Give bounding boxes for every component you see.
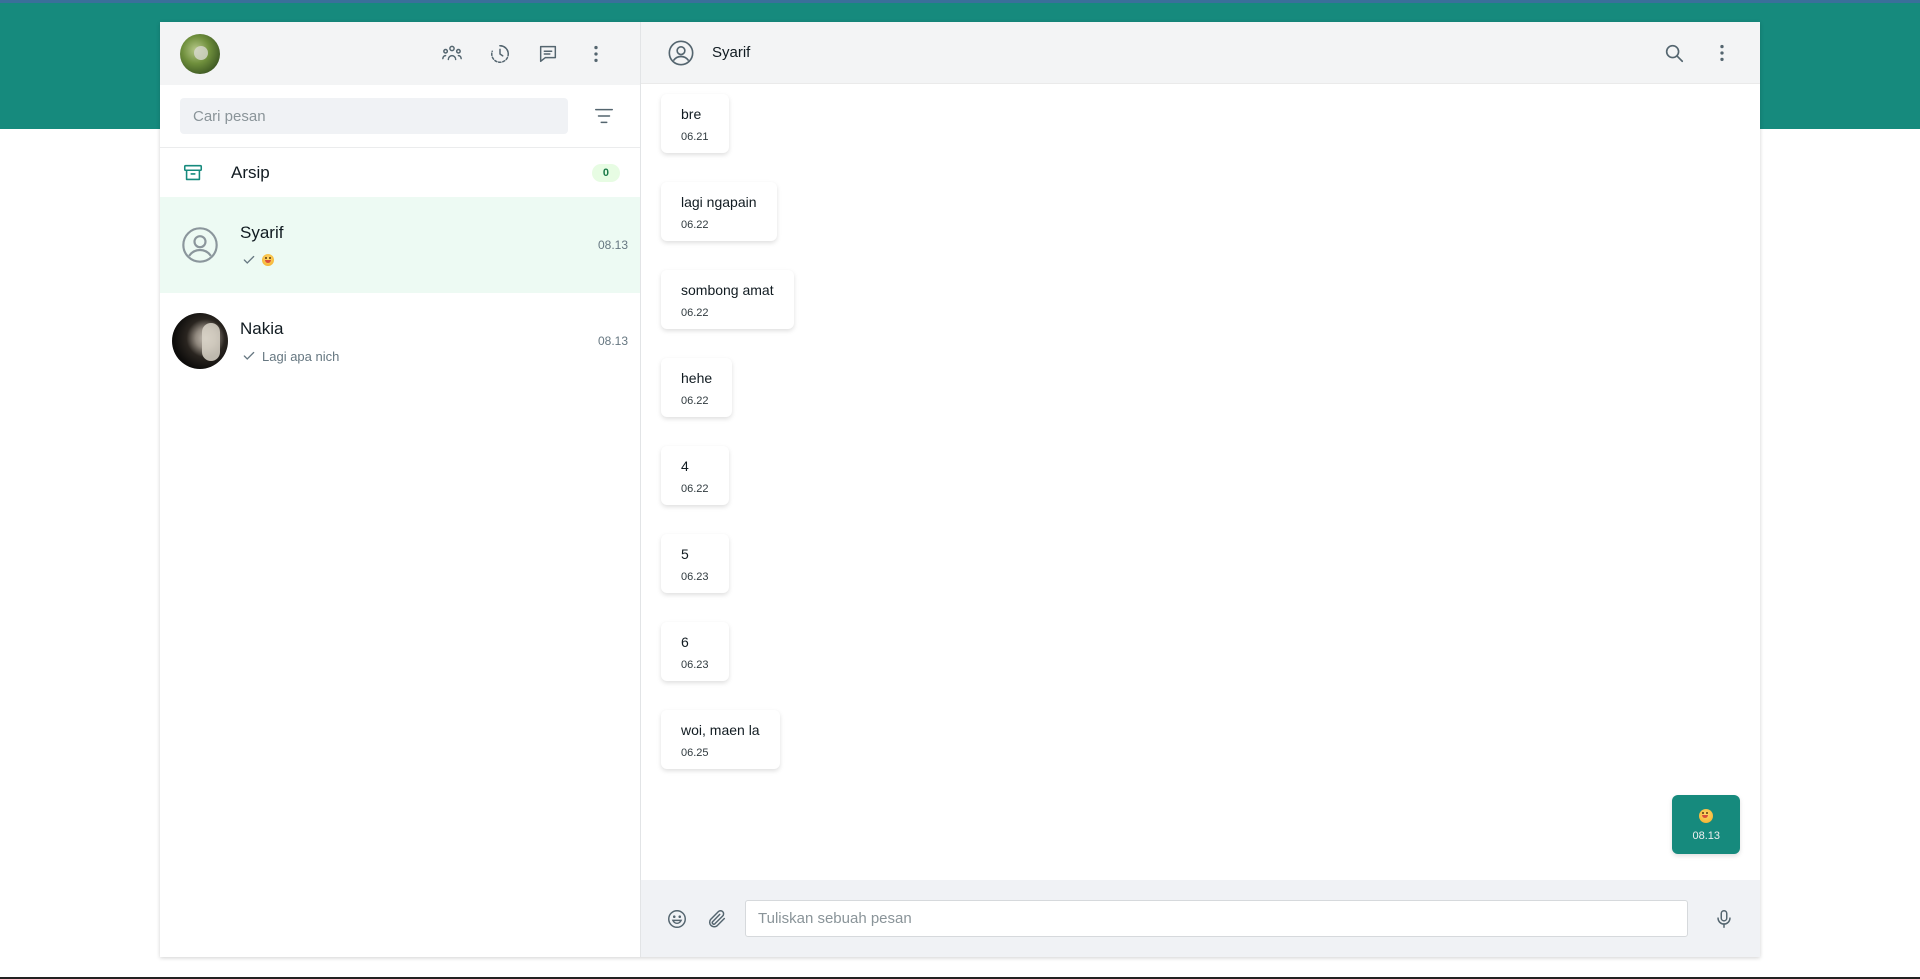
- message-text: 4: [681, 458, 689, 474]
- contact-photo-avatar: [172, 313, 228, 369]
- incoming-message: lagi ngapain 06.22: [661, 182, 777, 241]
- message-text: 5: [681, 546, 689, 562]
- microphone-icon[interactable]: [1704, 899, 1744, 939]
- new-chat-icon[interactable]: [524, 34, 572, 74]
- sidebar-header: [160, 22, 640, 85]
- incoming-message: 5 06.23: [661, 534, 729, 593]
- incoming-message: hehe 06.22: [661, 358, 733, 417]
- message-text: 6: [681, 634, 689, 650]
- conversation-panel: Syarif bre 06.21 lagi ngapain 06.22 somb…: [641, 22, 1760, 957]
- message-time: 06.23: [681, 659, 709, 671]
- message-time: 06.25: [681, 747, 709, 759]
- contact-avatar-icon[interactable]: [667, 39, 695, 67]
- chat-preview: [240, 253, 598, 267]
- chat-name: Syarif: [240, 223, 284, 242]
- sent-check-icon: [243, 255, 255, 264]
- communities-icon[interactable]: [428, 34, 476, 74]
- archive-label: Arsip: [231, 162, 270, 182]
- message-text: lagi ngapain: [681, 194, 757, 210]
- archive-row[interactable]: Arsip 0: [160, 148, 640, 197]
- message-time: 06.23: [681, 571, 709, 583]
- sent-check-icon: [243, 351, 255, 360]
- emoji-icon[interactable]: [657, 899, 697, 939]
- chat-time: 08.13: [597, 334, 628, 348]
- message-time: 06.22: [681, 307, 709, 319]
- search-bar: [160, 85, 640, 148]
- grinning-face-emoji: [262, 254, 274, 266]
- chat-app: Arsip 0 Syarif 08.13 Nakia: [160, 22, 1760, 957]
- message-input[interactable]: [745, 900, 1688, 937]
- message-area: bre 06.21 lagi ngapain 06.22 sombong ama…: [641, 84, 1760, 880]
- message-time: 06.21: [681, 131, 709, 143]
- grinning-face-emoji: [1699, 809, 1714, 824]
- search-input[interactable]: [180, 98, 569, 134]
- message-text: hehe: [681, 370, 713, 386]
- chat-item-syarif[interactable]: Syarif 08.13: [160, 197, 640, 293]
- message-time: 06.22: [681, 395, 709, 407]
- incoming-message: woi, maen la 06.25: [661, 710, 780, 769]
- message-composer: [641, 880, 1760, 957]
- message-time: 06.22: [681, 219, 709, 231]
- archive-icon: [183, 164, 203, 180]
- outgoing-message: 08.13: [1672, 795, 1740, 855]
- chat-item-nakia[interactable]: Nakia Lagi apa nich 08.13: [160, 293, 640, 389]
- conversation-header: Syarif: [641, 22, 1760, 84]
- message-time: 06.22: [681, 483, 709, 495]
- conversation-menu-icon[interactable]: [1698, 33, 1746, 73]
- incoming-message: 4 06.22: [661, 446, 729, 505]
- search-icon[interactable]: [1650, 33, 1698, 73]
- incoming-message: sombong amat 06.22: [661, 270, 794, 329]
- chat-preview: Lagi apa nich: [240, 349, 598, 364]
- incoming-message: bre 06.21: [661, 94, 729, 153]
- filter-icon[interactable]: [588, 100, 620, 132]
- profile-avatar[interactable]: [180, 33, 220, 74]
- attach-icon[interactable]: [697, 899, 737, 939]
- default-avatar-icon: [172, 217, 228, 273]
- message-text: woi, maen la: [681, 722, 760, 738]
- sidebar: Arsip 0 Syarif 08.13 Nakia: [160, 22, 641, 957]
- message-text: sombong amat: [681, 282, 774, 298]
- contact-name[interactable]: Syarif: [712, 44, 1650, 61]
- message-time: 08.13: [1692, 830, 1720, 843]
- chat-name: Nakia: [240, 318, 284, 338]
- message-text: bre: [681, 106, 702, 122]
- chat-time: 08.13: [597, 238, 628, 252]
- status-icon[interactable]: [476, 34, 524, 74]
- chat-preview-text: Lagi apa nich: [262, 348, 340, 364]
- incoming-message: 6 06.23: [661, 622, 729, 681]
- archive-count-badge: 0: [591, 163, 620, 182]
- menu-icon[interactable]: [572, 34, 620, 74]
- message-emoji: [1692, 807, 1720, 824]
